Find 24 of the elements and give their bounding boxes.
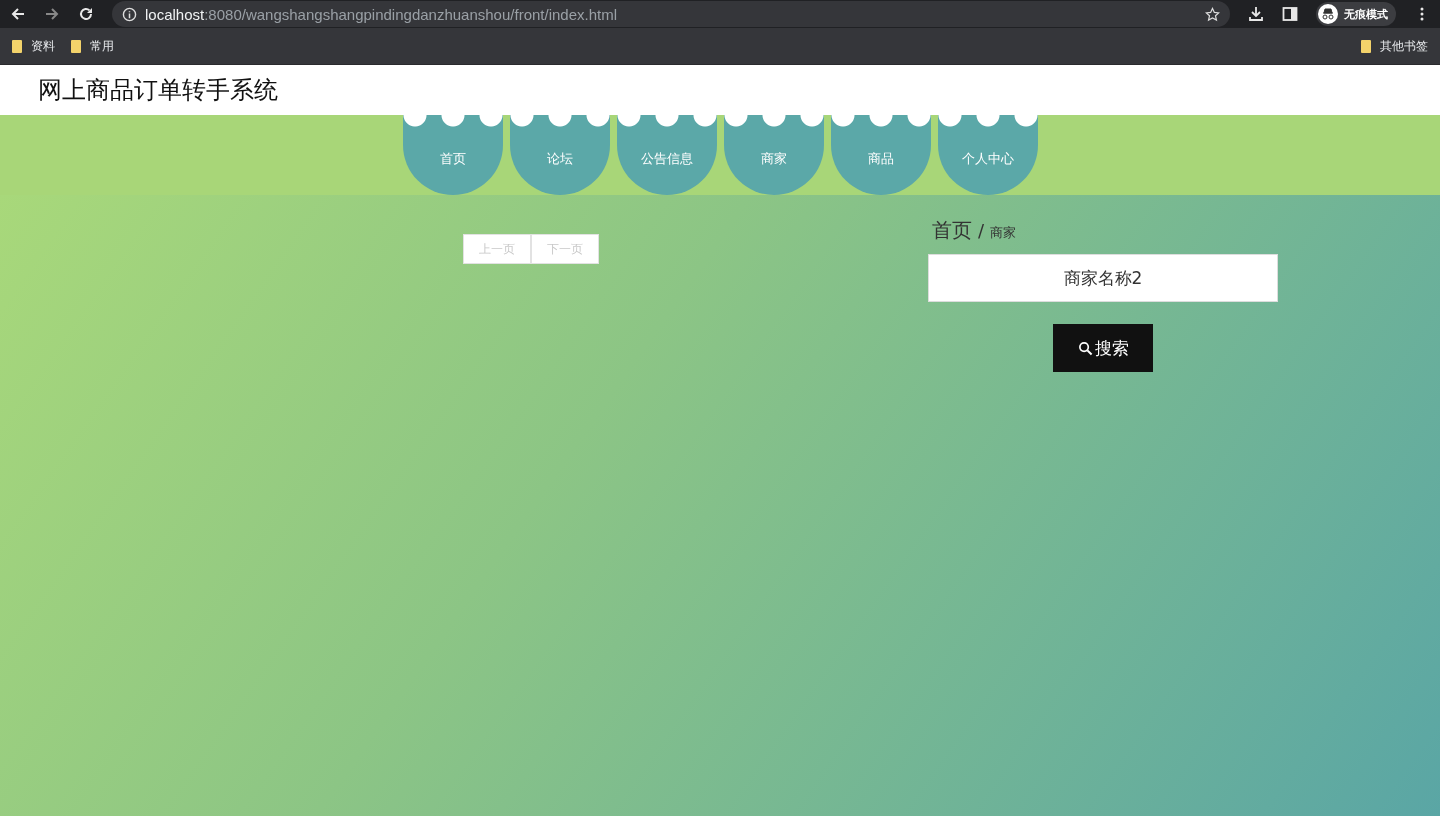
folder-icon [1361,39,1371,53]
search-button[interactable]: 搜索 [1053,324,1153,372]
info-icon[interactable] [122,6,137,22]
bookmark-folder[interactable]: 其他书签 [1361,37,1428,55]
incognito-badge[interactable]: 无痕模式 [1316,2,1396,26]
back-icon[interactable] [10,6,26,22]
url-text: localhost:8080/wangshangshangpindingdanzhuanshou/front/index.html [145,5,619,23]
reload-icon[interactable] [78,6,94,22]
breadcrumb-link[interactable]: 首页 [932,217,972,244]
bookmark-folder[interactable]: 常用 [71,37,114,55]
forward-icon[interactable] [44,6,60,22]
site-title: 网上商品订单转手系统 [38,75,278,106]
star-icon[interactable] [1205,6,1220,22]
folder-icon [12,39,22,53]
download-icon[interactable] [1248,6,1264,22]
side-panel-icon[interactable] [1282,6,1298,22]
incognito-icon [1318,4,1338,24]
breadcrumb-current: 商家 [990,224,1017,242]
breadcrumb-separator: / [978,220,985,241]
bookmark-folder[interactable]: 资料 [12,37,55,55]
search-icon [1077,340,1093,356]
search-field[interactable]: 商家名称2 [928,254,1278,302]
folder-icon [71,39,81,53]
address-bar[interactable]: localhost:8080/wangshangshangpindingdanzhuanshou/front/index.html [112,1,1230,27]
